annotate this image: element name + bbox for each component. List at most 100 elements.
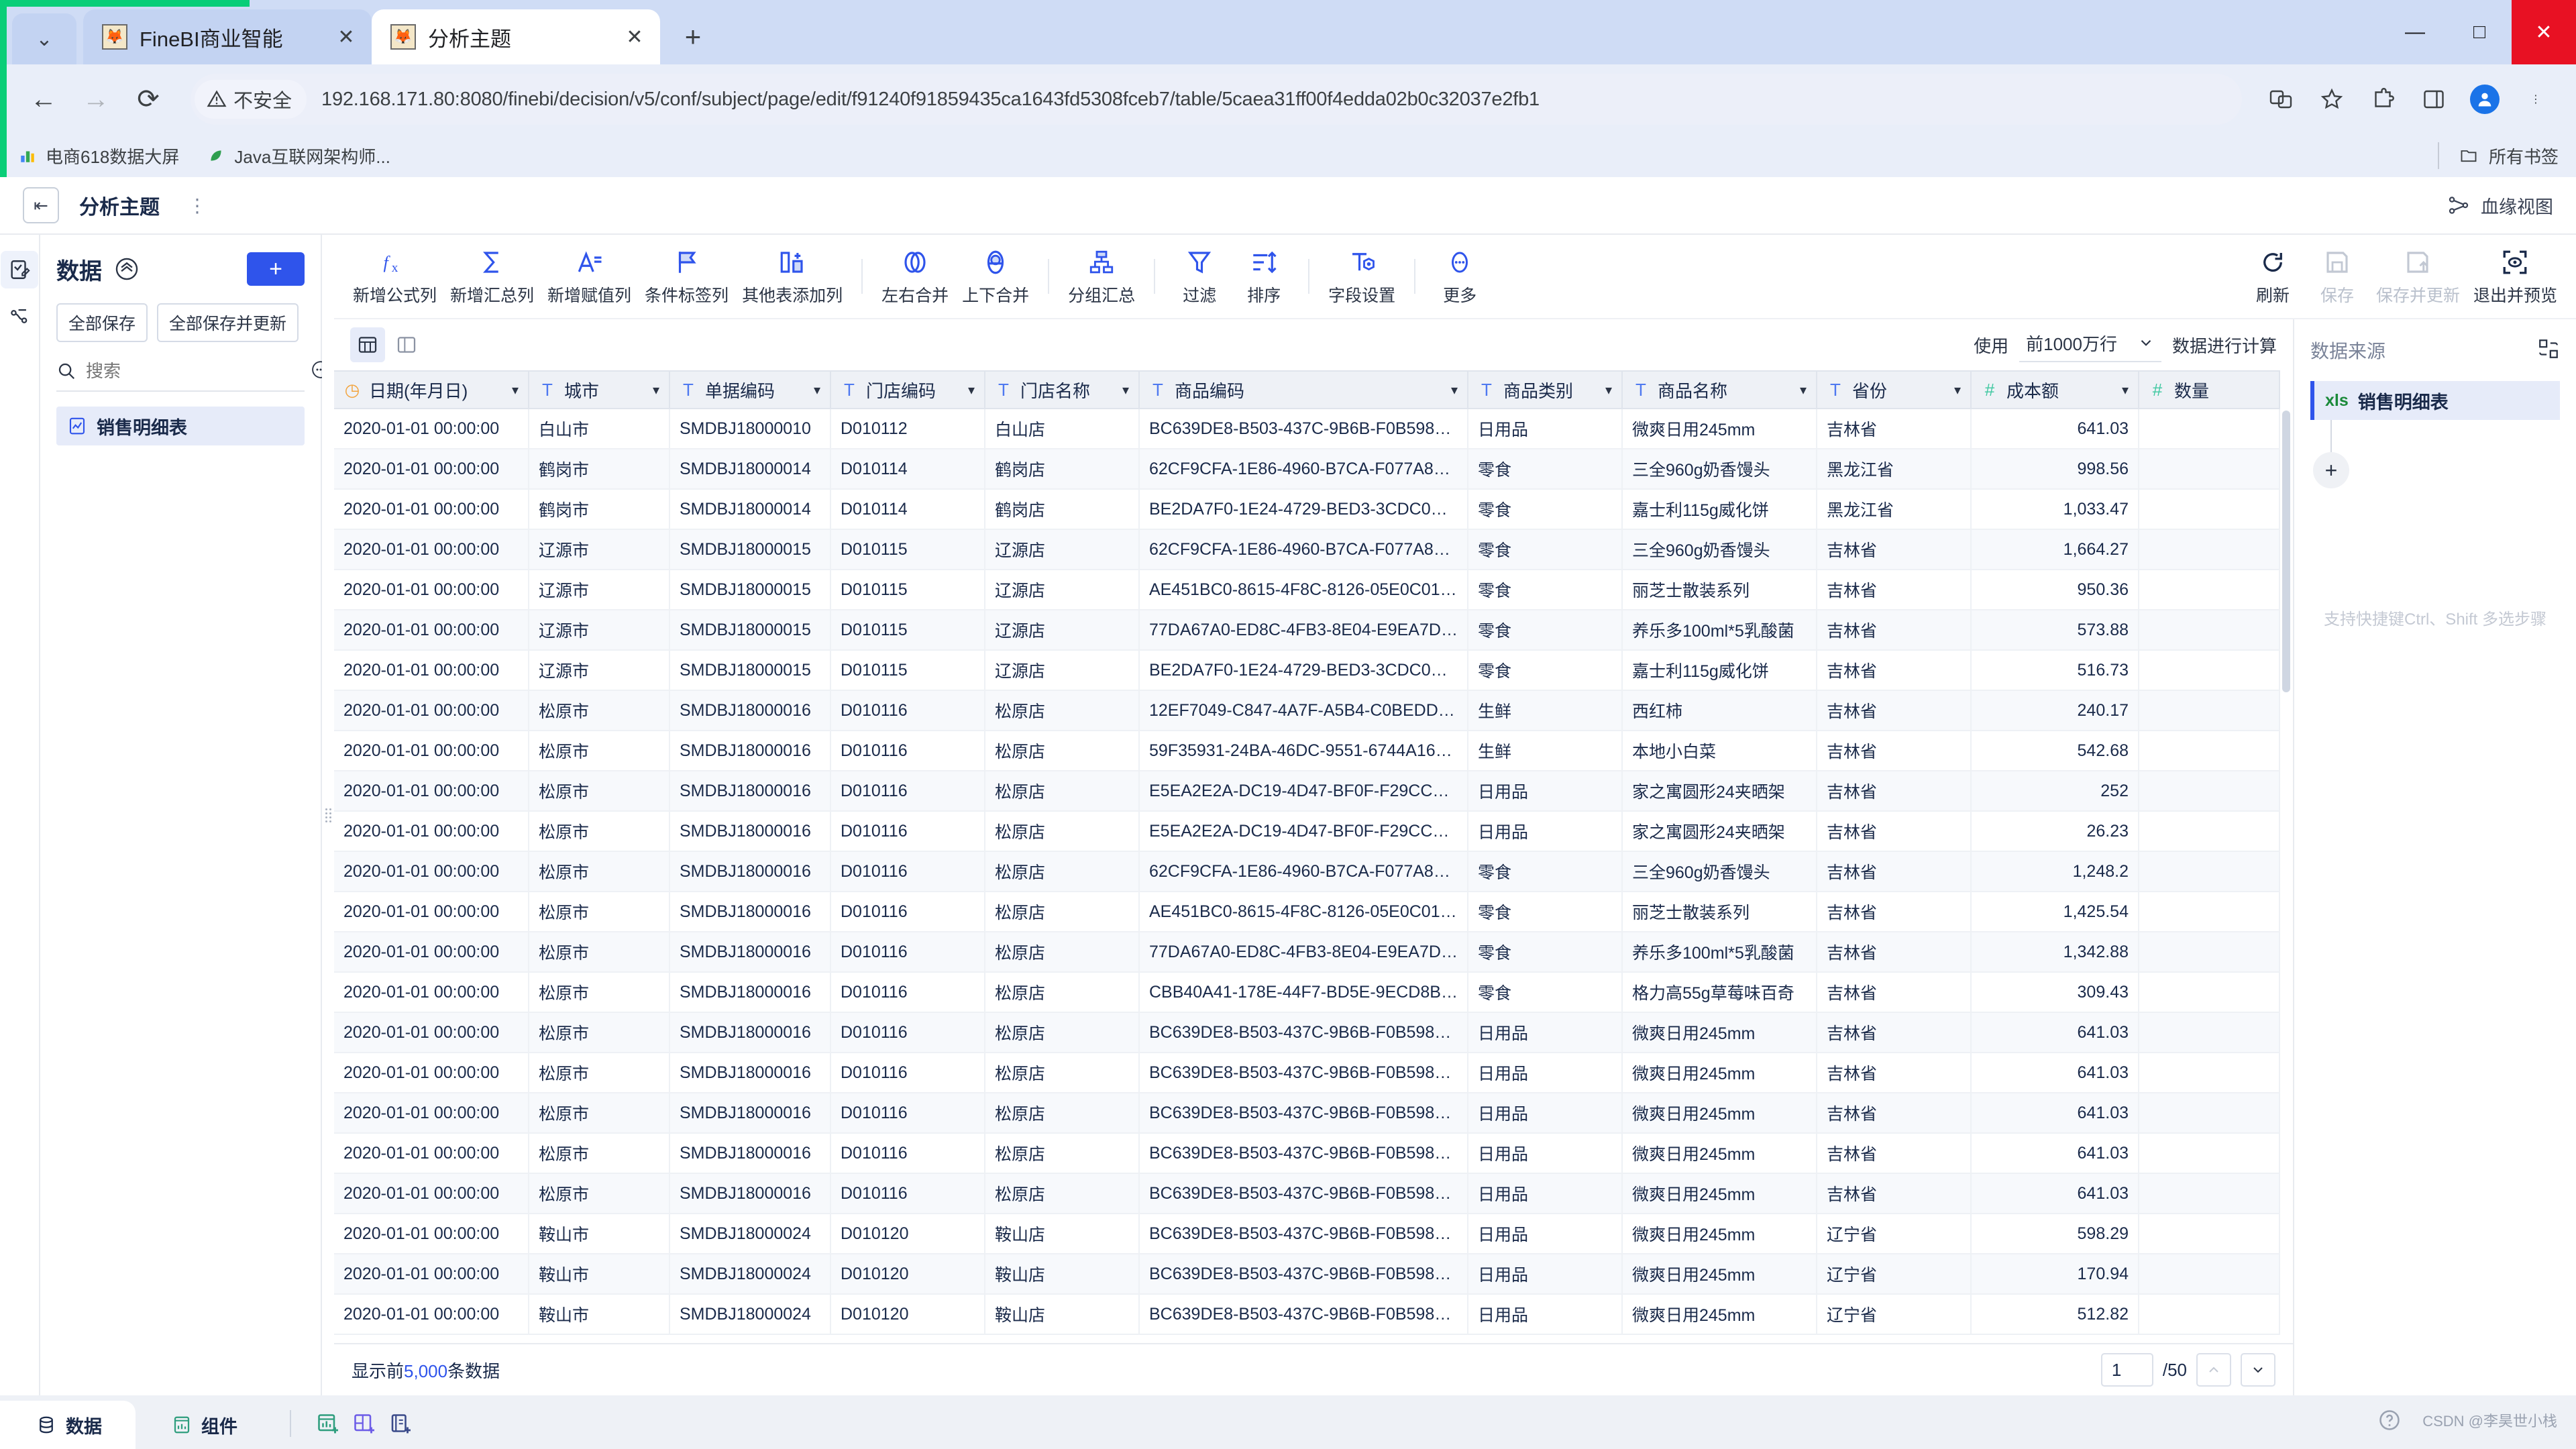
close-window-button[interactable]: ✕ bbox=[2512, 0, 2576, 64]
bookmark-item-0[interactable]: 电商618数据大屏 bbox=[17, 144, 179, 168]
browser-tab-2[interactable]: 🦊 分析主题 ✕ bbox=[372, 9, 660, 64]
close-icon[interactable]: ✕ bbox=[330, 21, 362, 53]
table-row[interactable]: 2020-01-01 00:00:00 辽源市 SMDBJ18000015 D0101… bbox=[334, 610, 2280, 651]
reload-icon[interactable]: ⟳ bbox=[122, 73, 174, 125]
table-row[interactable]: 2020-01-01 00:00:00 松原市 SMDBJ18000016 D0101… bbox=[334, 1173, 2280, 1214]
table-column-header[interactable]: T 门店名称 ▾ bbox=[985, 370, 1140, 409]
column-menu-caret-icon[interactable]: ▾ bbox=[1954, 382, 1961, 398]
table-row[interactable]: 2020-01-01 00:00:00 辽源市 SMDBJ18000015 D0101… bbox=[334, 529, 2280, 570]
exit-and-preview-button[interactable]: 退出并预览 bbox=[2467, 246, 2564, 307]
close-icon[interactable]: ✕ bbox=[619, 21, 651, 53]
column-menu-caret-icon[interactable]: ▾ bbox=[653, 382, 659, 398]
help-icon[interactable] bbox=[2371, 1402, 2408, 1438]
column-menu-caret-icon[interactable]: ▾ bbox=[1451, 382, 1458, 398]
table-column-header[interactable]: T 商品名称 ▾ bbox=[1622, 370, 1817, 409]
add-step-button[interactable]: + bbox=[2313, 452, 2349, 488]
column-menu-caret-icon[interactable]: ▾ bbox=[1800, 382, 1807, 398]
column-menu-caret-icon[interactable]: ▾ bbox=[1122, 382, 1129, 398]
table-row[interactable]: 2020-01-01 00:00:00 鞍山市 SMDBJ18000024 D0101… bbox=[334, 1254, 2280, 1295]
tab-search-chevron-icon[interactable]: ⌄ bbox=[12, 13, 76, 64]
back-to-list-button[interactable]: ⇤ bbox=[23, 187, 59, 223]
translate-icon[interactable] bbox=[2258, 76, 2304, 122]
side-panel-icon[interactable] bbox=[2411, 76, 2457, 122]
more-options-button[interactable]: 更多 bbox=[1428, 246, 1492, 307]
forward-icon[interactable]: → bbox=[70, 73, 122, 125]
all-bookmarks-button[interactable]: 所有书签 bbox=[2437, 142, 2559, 169]
data-table-item-0[interactable]: 销售明细表 bbox=[56, 407, 305, 445]
table-row[interactable]: 2020-01-01 00:00:00 松原市 SMDBJ18000016 D0101… bbox=[334, 932, 2280, 973]
table-row[interactable]: 2020-01-01 00:00:00 松原市 SMDBJ18000016 D0101… bbox=[334, 690, 2280, 731]
add-assign-column-button[interactable]: 新增赋值列 bbox=[541, 246, 638, 307]
add-data-button[interactable]: + bbox=[247, 252, 305, 286]
search-input[interactable] bbox=[86, 360, 311, 382]
table-row[interactable]: 2020-01-01 00:00:00 松原市 SMDBJ18000016 D0101… bbox=[334, 972, 2280, 1013]
column-menu-caret-icon[interactable]: ▾ bbox=[1605, 382, 1612, 398]
table-row[interactable]: 2020-01-01 00:00:00 松原市 SMDBJ18000016 D0101… bbox=[334, 1093, 2280, 1134]
column-menu-caret-icon[interactable]: ▾ bbox=[968, 382, 975, 398]
table-column-header[interactable]: # 数量 bbox=[2139, 370, 2280, 409]
profile-avatar[interactable] bbox=[2462, 76, 2508, 122]
bookmark-item-1[interactable]: Java互联网架构师... bbox=[206, 144, 390, 168]
column-menu-caret-icon[interactable]: ▾ bbox=[2122, 382, 2129, 398]
row-limit-select[interactable]: 前1000万行 bbox=[2019, 328, 2161, 362]
column-menu-caret-icon[interactable]: ▾ bbox=[512, 382, 519, 398]
add-page-icon[interactable] bbox=[382, 1406, 419, 1442]
card-view-button[interactable] bbox=[389, 327, 424, 362]
add-formula-column-button[interactable]: fx 新增公式列 bbox=[346, 246, 443, 307]
address-bar[interactable]: 不安全 192.168.171.80:8080/finebi/decision/… bbox=[191, 74, 2242, 125]
table-row[interactable]: 2020-01-01 00:00:00 松原市 SMDBJ18000016 D0101… bbox=[334, 1133, 2280, 1174]
security-status[interactable]: 不安全 bbox=[195, 80, 307, 119]
table-row[interactable]: 2020-01-01 00:00:00 辽源市 SMDBJ18000015 D0101… bbox=[334, 570, 2280, 610]
horizontal-merge-button[interactable]: 左右合并 bbox=[875, 246, 955, 307]
vertical-merge-button[interactable]: 上下合并 bbox=[955, 246, 1036, 307]
table-row[interactable]: 2020-01-01 00:00:00 松原市 SMDBJ18000016 D0101… bbox=[334, 1053, 2280, 1093]
table-row[interactable]: 2020-01-01 00:00:00 松原市 SMDBJ18000016 D0101… bbox=[334, 851, 2280, 892]
table-column-header[interactable]: ◷ 日期(年月日) ▾ bbox=[334, 370, 529, 409]
rail-relation-button[interactable] bbox=[1, 298, 38, 335]
minimize-button[interactable]: — bbox=[2383, 0, 2447, 64]
save-button[interactable]: 保存 bbox=[2305, 246, 2369, 307]
table-row[interactable]: 2020-01-01 00:00:00 鞍山市 SMDBJ18000024 D0101… bbox=[334, 1294, 2280, 1335]
maximize-button[interactable]: □ bbox=[2447, 0, 2512, 64]
add-layout-icon[interactable] bbox=[346, 1406, 382, 1442]
refresh-button[interactable]: 刷新 bbox=[2241, 246, 2305, 307]
table-column-header[interactable]: T 门店编码 ▾ bbox=[830, 370, 985, 409]
browser-menu-icon[interactable]: ⋮ bbox=[2513, 76, 2559, 122]
extensions-icon[interactable] bbox=[2360, 76, 2406, 122]
filter-button[interactable]: 过滤 bbox=[1167, 246, 1232, 307]
table-column-header[interactable]: T 省份 ▾ bbox=[1817, 370, 1972, 409]
table-row[interactable]: 2020-01-01 00:00:00 鹤岗市 SMDBJ18000014 D0101… bbox=[334, 489, 2280, 530]
conditional-label-column-button[interactable]: 条件标签列 bbox=[638, 246, 735, 307]
grid-view-button[interactable] bbox=[350, 327, 385, 362]
expand-steps-icon[interactable] bbox=[2537, 337, 2560, 364]
data-table-scroll[interactable]: ◷ 日期(年月日) ▾ T 城市 ▾ T 单据编码 ▾ T 门店编码 ▾ T 门店名称 ▾ T 商品编码 ▾ T 商品… bbox=[334, 370, 2293, 1343]
data-source-item[interactable]: xls 销售明细表 bbox=[2310, 381, 2560, 420]
table-column-header[interactable]: T 城市 ▾ bbox=[529, 370, 670, 409]
save-all-button[interactable]: 全部保存 bbox=[56, 303, 148, 342]
table-row[interactable]: 2020-01-01 00:00:00 松原市 SMDBJ18000016 D0101… bbox=[334, 1012, 2280, 1053]
table-column-header[interactable]: T 单据编码 ▾ bbox=[669, 370, 831, 409]
lineage-view-button[interactable]: 血缘视图 bbox=[2447, 193, 2553, 219]
page-down-button[interactable] bbox=[2241, 1353, 2275, 1387]
group-summary-button[interactable]: 分组汇总 bbox=[1061, 246, 1142, 307]
add-column-from-other-table-button[interactable]: 其他表添加列 bbox=[735, 246, 849, 307]
table-row[interactable]: 2020-01-01 00:00:00 松原市 SMDBJ18000016 D0101… bbox=[334, 811, 2280, 852]
bottom-tab-data[interactable]: 数据 bbox=[0, 1401, 136, 1449]
sort-button[interactable]: 排序 bbox=[1232, 246, 1296, 307]
field-settings-button[interactable]: 字段设置 bbox=[1322, 246, 1402, 307]
table-row[interactable]: 2020-01-01 00:00:00 松原市 SMDBJ18000016 D0101… bbox=[334, 771, 2280, 812]
table-row[interactable]: 2020-01-01 00:00:00 辽源市 SMDBJ18000015 D0101… bbox=[334, 650, 2280, 691]
browser-tab-1[interactable]: 🦊 FineBI商业智能 ✕ bbox=[83, 9, 372, 64]
rail-edit-board-button[interactable] bbox=[1, 251, 38, 288]
vertical-scrollbar[interactable] bbox=[2282, 411, 2290, 692]
table-row[interactable]: 2020-01-01 00:00:00 松原市 SMDBJ18000016 D0101… bbox=[334, 731, 2280, 771]
add-summary-column-button[interactable]: 新增汇总列 bbox=[443, 246, 541, 307]
collapse-up-icon[interactable] bbox=[114, 256, 140, 282]
save-all-and-update-button[interactable]: 全部保存并更新 bbox=[157, 303, 299, 342]
column-menu-caret-icon[interactable]: ▾ bbox=[814, 382, 820, 398]
page-number-input[interactable]: 1 bbox=[2100, 1353, 2153, 1387]
new-tab-button[interactable]: + bbox=[669, 13, 716, 60]
table-column-header[interactable]: # 成本额 ▾ bbox=[1971, 370, 2139, 409]
table-column-header[interactable]: T 商品编码 ▾ bbox=[1139, 370, 1468, 409]
table-row[interactable]: 2020-01-01 00:00:00 鞍山市 SMDBJ18000024 D0101… bbox=[334, 1214, 2280, 1254]
